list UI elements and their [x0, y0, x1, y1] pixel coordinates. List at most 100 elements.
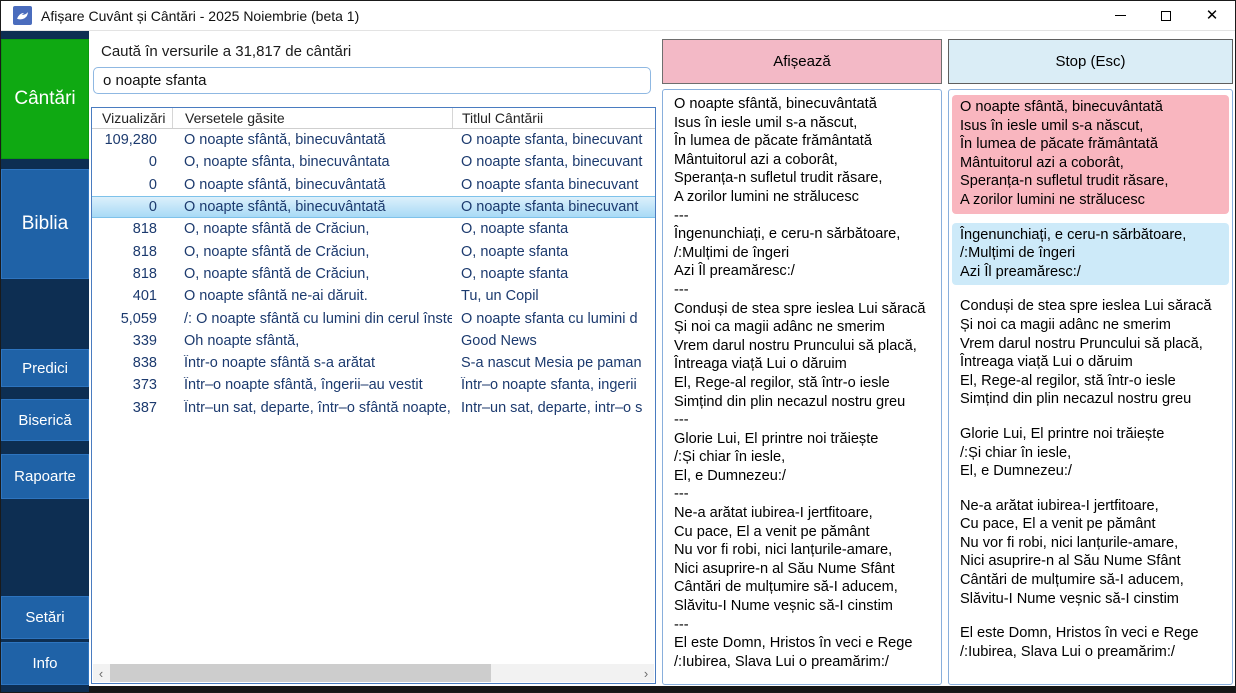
table-row[interactable]: 0O noapte sfântă, binecuvântatăO noapte …: [92, 174, 655, 196]
results-header: Vizualizări Versetele găsite Titlul Cânt…: [92, 108, 655, 129]
lyric-line[interactable]: Îngenunchiați, e ceru-n sărbătoare,: [674, 225, 937, 244]
search-input[interactable]: [93, 67, 651, 94]
minimize-icon: [1115, 15, 1126, 16]
lyric-line[interactable]: Vrem darul nostru Pruncului să placă,: [674, 337, 937, 356]
lyric-line[interactable]: ---: [674, 281, 937, 300]
close-button[interactable]: ✕: [1189, 1, 1235, 30]
lyric-line[interactable]: Conduși de stea spre ieslea Lui săracă: [674, 300, 937, 319]
table-row[interactable]: 387Într–un sat, departe, într–o sfântă n…: [92, 397, 655, 419]
views-cell: 0: [92, 199, 172, 215]
lyric-line[interactable]: Isus în iesle umil s-a născut,: [674, 114, 937, 133]
lyric-line[interactable]: El, e Dumnezeu:/: [674, 467, 937, 486]
verse-cell: Într-o noapte sfântă s-a arătat: [172, 355, 452, 371]
display-button[interactable]: Afișează: [662, 39, 942, 84]
lyric-line[interactable]: Speranța-n sufletul trudit răsare,: [674, 169, 937, 188]
stop-button[interactable]: Stop (Esc): [948, 39, 1233, 84]
lyric-line[interactable]: Glorie Lui, El printre noi trăiește: [674, 430, 937, 449]
lyric-line[interactable]: Nu vor fi robi, nici lanțurile-amare,: [674, 541, 937, 560]
verse-cell: O, noapte sfântă de Crăciun,: [172, 266, 452, 282]
title-cell: O, noapte sfanta: [452, 266, 655, 282]
minimize-button[interactable]: [1097, 1, 1143, 30]
table-row[interactable]: 0O noapte sfântă, binecuvântatăO noapte …: [92, 196, 655, 218]
lyric-line: Vrem darul nostru Pruncului să placă,: [960, 335, 1223, 354]
maximize-button[interactable]: [1143, 1, 1189, 30]
window-controls: ✕: [1097, 1, 1235, 30]
lyric-line[interactable]: Simțind din plin necazul nostru greu: [674, 393, 937, 412]
lyric-line[interactable]: /:Mulțimi de îngeri: [674, 244, 937, 263]
lyric-line: Ne-a arătat iubirea-I jertfitoare,: [960, 497, 1223, 516]
lyric-line[interactable]: ---: [674, 485, 937, 504]
sidebar-item-setari[interactable]: Setări: [1, 596, 89, 639]
lyric-line[interactable]: A zorilor lumini ne strălucesc: [674, 188, 937, 207]
live-verse-highlighted-pink: O noapte sfântă, binecuvântatăIsus în ie…: [952, 95, 1229, 214]
table-row[interactable]: 401O noapte sfântă ne-ai dăruit.Tu, un C…: [92, 285, 655, 307]
live-verse: El este Domn, Hristos în veci e Rege/:Iu…: [952, 621, 1229, 665]
lyric-line[interactable]: Azi Îl preamăresc:/: [674, 262, 937, 281]
live-verse-highlighted-blue: Îngenunchiați, e ceru-n sărbătoare,/:Mul…: [952, 223, 1229, 286]
title-cell: Intr–un sat, departe, intr–o s: [452, 400, 655, 416]
lyric-line[interactable]: Slăvitu-I Nume veșnic să-I cinstim: [674, 597, 937, 616]
column-header-views[interactable]: Vizualizări: [92, 108, 172, 128]
sidebar-item-biserica[interactable]: Biserică: [1, 399, 89, 441]
table-row[interactable]: 109,280O noapte sfântă, binecuvântatăO n…: [92, 129, 655, 151]
horizontal-scrollbar[interactable]: ‹ ›: [93, 664, 654, 682]
column-header-verse[interactable]: Versetele găsite: [172, 108, 452, 128]
title-cell: O, noapte sfanta: [452, 244, 655, 260]
lyric-line[interactable]: O noapte sfântă, binecuvântată: [674, 95, 937, 114]
lyric-line[interactable]: El, Rege-al regilor, stă într-o iesle: [674, 374, 937, 393]
column-header-title[interactable]: Titlul Cântării: [452, 108, 655, 128]
lyric-line: Nu vor fi robi, nici lanțurile-amare,: [960, 534, 1223, 553]
lyric-line: Glorie Lui, El printre noi trăiește: [960, 425, 1223, 444]
views-cell: 0: [92, 177, 172, 193]
preview-lyrics-list: O noapte sfântă, binecuvântatăIsus în ie…: [662, 89, 942, 685]
lyric-line[interactable]: Cântări de mulțumire să-I aducem,: [674, 578, 937, 597]
scroll-left-icon[interactable]: ‹: [93, 664, 109, 682]
views-cell: 838: [92, 355, 172, 371]
table-row[interactable]: 818O, noapte sfântă de Crăciun,O, noapte…: [92, 240, 655, 262]
sidebar-item-biblia[interactable]: Biblia: [1, 169, 89, 279]
lyric-line: Slăvitu-I Nume veșnic să-I cinstim: [960, 590, 1223, 609]
views-cell: 818: [92, 221, 172, 237]
table-row[interactable]: 818O, noapte sfântă de Crăciun,O, noapte…: [92, 218, 655, 240]
lyric-line[interactable]: /:Și chiar în iesle,: [674, 448, 937, 467]
scrollbar-thumb[interactable]: [110, 664, 491, 682]
sidebar-item-predici[interactable]: Predici: [1, 349, 89, 387]
lyric-line[interactable]: Întreaga viață Lui o dăruim: [674, 355, 937, 374]
lyric-line: Azi Îl preamăresc:/: [960, 263, 1223, 282]
sidebar-item-info[interactable]: Info: [1, 642, 89, 685]
table-row[interactable]: 5,059/: O noapte sfântă cu lumini din ce…: [92, 307, 655, 329]
lyric-line[interactable]: Cu pace, El a venit pe pământ: [674, 523, 937, 542]
lyric-line: /:Mulțimi de îngeri: [960, 244, 1223, 263]
views-cell: 109,280: [92, 132, 172, 148]
table-row[interactable]: 818O, noapte sfântă de Crăciun,O, noapte…: [92, 263, 655, 285]
lyric-line[interactable]: El este Domn, Hristos în veci e Rege: [674, 634, 937, 653]
table-row[interactable]: 373Într–o noapte sfântă, îngerii–au vest…: [92, 374, 655, 396]
verse-cell: /: O noapte sfântă cu lumini din cerul î…: [172, 311, 452, 327]
lyric-line[interactable]: /:Iubirea, Slava Lui o preamărim:/: [674, 653, 937, 672]
table-row[interactable]: 0O, noapte sfânta, binecuvântataO noapte…: [92, 151, 655, 173]
lyric-line[interactable]: ---: [674, 411, 937, 430]
live-lyrics-panel: O noapte sfântă, binecuvântatăIsus în ie…: [948, 89, 1233, 685]
lyric-line: Isus în iesle umil s-a născut,: [960, 117, 1223, 136]
app-dove-icon: [13, 6, 32, 25]
lyric-line: Nici asuprire-n al Său Nume Sfânt: [960, 552, 1223, 571]
table-row[interactable]: 838Într-o noapte sfântă s-a arătatS-a na…: [92, 352, 655, 374]
scroll-right-icon[interactable]: ›: [638, 664, 654, 682]
title-cell: O noapte sfanta, binecuvant: [452, 154, 655, 170]
sidebar-item-cantari[interactable]: Cântări: [1, 39, 89, 159]
title-cell: S-a nascut Mesia pe paman: [452, 355, 655, 371]
lyric-line[interactable]: Și noi ca magii adânc ne smerim: [674, 318, 937, 337]
views-cell: 818: [92, 244, 172, 260]
table-row[interactable]: 339Oh noapte sfântă,Good News: [92, 330, 655, 352]
lyric-line[interactable]: Nici asuprire-n al Său Nume Sfânt: [674, 560, 937, 579]
lyric-line[interactable]: Ne-a arătat iubirea-I jertfitoare,: [674, 504, 937, 523]
verse-cell: O, noapte sfântă de Crăciun,: [172, 221, 452, 237]
lyric-line[interactable]: ---: [674, 207, 937, 226]
title-cell: Într–o noapte sfanta, ingerii: [452, 377, 655, 393]
sidebar-item-rapoarte[interactable]: Rapoarte: [1, 454, 89, 499]
lyric-line[interactable]: Mântuitorul azi a coborât,: [674, 151, 937, 170]
lyric-line[interactable]: În lumea de păcate frământată: [674, 132, 937, 151]
lyric-line: /:Și chiar în iesle,: [960, 444, 1223, 463]
lyric-line[interactable]: ---: [674, 616, 937, 635]
sidebar: Cântări Biblia Predici Biserică Rapoarte…: [1, 31, 89, 693]
